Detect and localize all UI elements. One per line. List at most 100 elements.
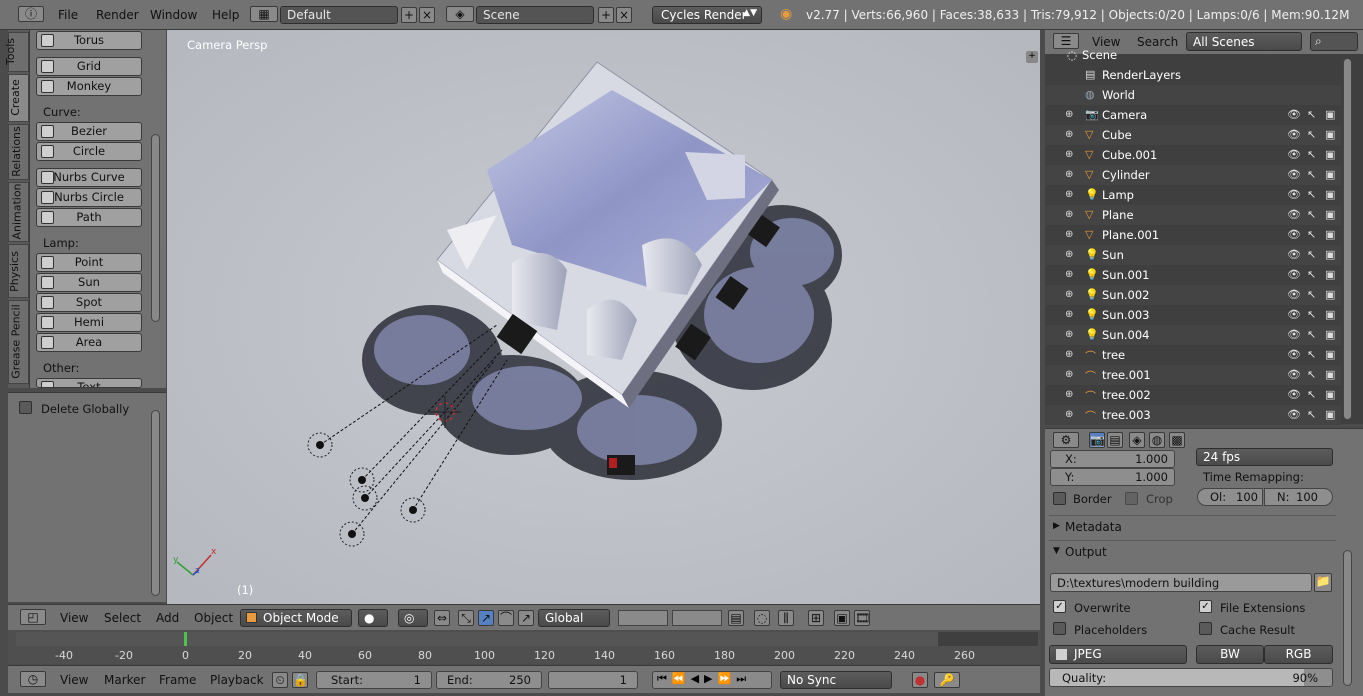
expand-icon[interactable]: ⊕ [1065,189,1073,200]
expand-icon[interactable]: ⊕ [1065,309,1073,320]
visibility-eye-icon[interactable]: 👁 [1287,108,1301,121]
delete-globally-checkbox[interactable] [19,401,32,414]
outliner-row[interactable]: ⊕ ▽ Cube.001 👁 ↖ ▣ [1045,145,1341,165]
visibility-eye-icon[interactable]: 👁 [1287,308,1301,321]
current-frame-field[interactable]: 1 [548,671,638,689]
selectable-cursor-icon[interactable]: ↖ [1307,408,1316,421]
renderable-camera-icon[interactable]: ▣ [1325,188,1335,201]
outliner-row[interactable]: ⊕ 💡 Sun 👁 ↖ ▣ [1045,245,1341,265]
editor-type-properties-icon[interactable]: ⚙ [1053,432,1079,448]
expand-icon[interactable]: ⊕ [1065,169,1073,180]
screen-layout-icon[interactable]: ▦ [250,6,278,22]
start-frame-field[interactable]: Start: 1 [316,671,432,689]
expand-icon[interactable]: ⊕ [1065,269,1073,280]
outliner-scrollbar[interactable] [1343,58,1352,420]
outliner-row[interactable]: ⊕ ▽ Plane 👁 ↖ ▣ [1045,205,1341,225]
selectable-cursor-icon[interactable]: ↖ [1307,208,1316,221]
add-torus-button[interactable]: Torus [36,31,142,50]
vp-menu-add[interactable]: Add [156,611,179,625]
menu-render[interactable]: Render [96,8,139,22]
outliner-row[interactable]: ⊕ ▽ Cube 👁 ↖ ▣ [1045,125,1341,145]
mode-dropdown[interactable]: Object Mode [240,609,352,627]
visibility-eye-icon[interactable]: 👁 [1287,268,1301,281]
add-sun-lamp-button[interactable]: Sun [36,273,142,292]
tl-menu-playback[interactable]: Playback [210,673,264,687]
expand-icon[interactable]: ⊕ [1065,289,1073,300]
scene-context-icon[interactable]: ◈ [1129,432,1145,448]
renderable-camera-icon[interactable]: ▣ [1325,408,1335,421]
sync-dropdown[interactable]: No Sync [780,671,892,689]
proportional-edit-icon[interactable]: ◌ [754,610,770,626]
snap-target-icon[interactable]: ⊞ [808,610,824,626]
vp-menu-select[interactable]: Select [104,611,141,625]
selectable-cursor-icon[interactable]: ↖ [1307,268,1316,281]
editor-type-timeline-icon[interactable]: ◷ [20,671,46,687]
add-nurbs-circle-button[interactable]: Nurbs Circle [36,188,142,207]
time-remap-old-field[interactable]: Ol: 100 [1197,488,1263,506]
expand-icon[interactable]: ⊕ [1065,329,1073,340]
tab-create[interactable]: Create [8,74,29,122]
visibility-eye-icon[interactable]: 👁 [1287,388,1301,401]
visibility-eye-icon[interactable]: 👁 [1287,208,1301,221]
selectable-cursor-icon[interactable]: ↖ [1307,248,1316,261]
renderable-camera-icon[interactable]: ▣ [1325,308,1335,321]
outliner-row[interactable]: ⊕ 💡 Sun.001 👁 ↖ ▣ [1045,265,1341,285]
snap-icon[interactable]: ⫼ [778,610,794,626]
add-scene-button[interactable]: + [598,7,614,23]
renderable-camera-icon[interactable]: ▣ [1325,168,1335,181]
3d-viewport[interactable]: x y z [167,30,1040,604]
editor-type-icon[interactable]: ⓘ [18,6,44,22]
renderable-camera-icon[interactable]: ▣ [1325,108,1335,121]
renderable-camera-icon[interactable]: ▣ [1325,148,1335,161]
color-bw-button[interactable]: BW [1196,645,1264,664]
current-frame-indicator[interactable] [184,632,187,646]
renderable-camera-icon[interactable]: ▣ [1325,368,1335,381]
pivot-dropdown[interactable]: ◎ [398,609,428,627]
transform-orientation-dropdown[interactable]: Global [538,609,610,627]
outliner-row[interactable]: ⊕ ⌒ tree 👁 ↖ ▣ [1045,345,1341,365]
operator-scrollbar[interactable] [151,410,160,596]
selectable-cursor-icon[interactable]: ↖ [1307,228,1316,241]
rotate-manipulator-icon[interactable]: ↗ [478,610,494,626]
add-bezier-button[interactable]: Bezier [36,122,142,141]
visibility-eye-icon[interactable]: 👁 [1287,148,1301,161]
tl-menu-marker[interactable]: Marker [104,673,145,687]
expand-icon[interactable]: ⊕ [1065,229,1073,240]
timeline[interactable]: -40 -20 0 20 40 60 80 100 120 140 160 18… [8,630,1040,664]
translate-manipulator-icon[interactable]: ⤡ [458,610,474,626]
preview-range-icon[interactable]: ⏲ [272,672,288,688]
opengl-render-icon[interactable]: 🎞 [854,610,870,626]
expand-icon[interactable]: ⊕ [1065,209,1073,220]
renderable-camera-icon[interactable]: ▣ [1325,328,1335,341]
outliner-row[interactable]: ⊕ 💡 Lamp 👁 ↖ ▣ [1045,185,1341,205]
visibility-eye-icon[interactable]: 👁 [1287,328,1301,341]
vp-menu-view[interactable]: View [60,611,88,625]
selectable-cursor-icon[interactable]: ↖ [1307,368,1316,381]
tl-menu-frame[interactable]: Frame [159,673,196,687]
render-context-icon[interactable]: 📷 [1089,432,1105,448]
visibility-eye-icon[interactable]: 👁 [1287,248,1301,261]
outliner-row[interactable]: ▤ RenderLayers [1045,65,1341,85]
outliner-row[interactable]: ◍ World [1045,85,1341,105]
color-rgb-button[interactable]: RGB [1264,645,1333,664]
selectable-cursor-icon[interactable]: ↖ [1307,348,1316,361]
visibility-eye-icon[interactable]: 👁 [1287,168,1301,181]
output-panel-header[interactable]: ▼ Output [1049,540,1336,562]
selectable-cursor-icon[interactable]: ↖ [1307,308,1316,321]
manipulator-toggle-icon[interactable]: ⇔ [434,610,450,626]
remove-scene-button[interactable]: × [616,7,632,23]
outliner-menu-search[interactable]: Search [1137,35,1178,49]
selectable-cursor-icon[interactable]: ↖ [1307,148,1316,161]
tab-physics[interactable]: Physics [8,244,29,298]
scale-manipulator-icon[interactable]: ⌒ [498,610,514,626]
selectable-cursor-icon[interactable]: ↖ [1307,388,1316,401]
manipulator-extra-icon[interactable]: ↗ [518,610,534,626]
keying-icon[interactable]: 🔑 [934,672,960,688]
add-layout-button[interactable]: + [401,7,417,23]
scene-field[interactable]: Scene [476,6,594,24]
selectable-cursor-icon[interactable]: ↖ [1307,108,1316,121]
renderable-camera-icon[interactable]: ▣ [1325,208,1335,221]
tab-tools[interactable]: Tools [4,32,29,72]
screen-layout-field[interactable]: Default [280,6,398,24]
outliner-row[interactable]: ⊕ 💡 Sun.004 👁 ↖ ▣ [1045,325,1341,345]
